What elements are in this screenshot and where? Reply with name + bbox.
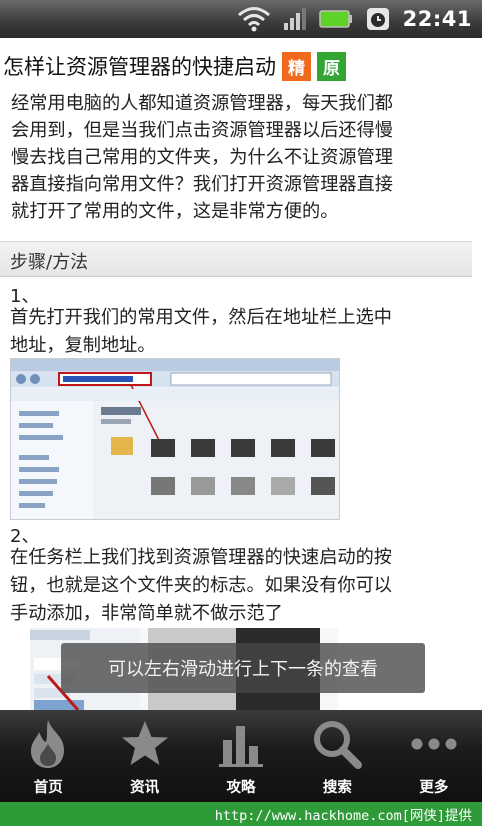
bar-chart-icon [215, 718, 267, 770]
bottom-nav: 首页 资讯 攻略 搜索 更多 [0, 710, 482, 802]
intro-line: 器直接指向常用文件？我们打开资源管理器直接 [11, 174, 393, 195]
signal-icon [283, 8, 307, 30]
explorer-window-image [11, 359, 339, 519]
wifi-icon [237, 6, 271, 32]
alarm-icon [365, 6, 391, 32]
swipe-hint-toast: 可以左右滑动进行上下一条的查看 [61, 643, 425, 693]
section-header: 步骤/方法 [0, 241, 472, 277]
step-text: 首先打开我们的常用文件，然后在地址栏上选中 地址，复制地址。 [10, 304, 470, 360]
nav-label: 搜索 [322, 780, 352, 796]
nav-item-guides[interactable]: 攻略 [193, 710, 289, 802]
intro-line: 经常用电脑的人都知道资源管理器，每天我们都 [11, 93, 393, 114]
search-icon [311, 718, 363, 770]
section-title: 步骤/方法 [10, 252, 89, 273]
star-icon [119, 718, 171, 770]
step-line: 首先打开我们的常用文件，然后在地址栏上选中 [10, 307, 392, 328]
status-time: 22:41 [402, 7, 472, 31]
intro-line: 慢去找自己常用的文件夹，为什么不让资源管理 [11, 147, 393, 168]
step-text: 在任务栏上我们找到资源管理器的快速启动的按 钮，也就是这个文件夹的标志。如果没有… [10, 544, 470, 628]
intro-line: 会用到，但是当我们点击资源管理器以后还得慢 [11, 120, 393, 141]
flame-icon [24, 718, 72, 770]
article-content[interactable]: 怎样让资源管理器的快捷启动 精 原 经常用电脑的人都知道资源管理器，每天我们都 … [0, 38, 482, 710]
step-line: 在任务栏上我们找到资源管理器的快速启动的按 [10, 547, 392, 568]
step-line: 地址，复制地址。 [10, 335, 156, 356]
nav-label: 攻略 [226, 780, 256, 796]
article-title-row: 怎样让资源管理器的快捷启动 精 原 [3, 50, 346, 82]
nav-item-home[interactable]: 首页 [0, 710, 96, 802]
step-line: 手动添加，非常简单就不做示范了 [10, 603, 283, 624]
step-line: 钮，也就是这个文件夹的标志。如果没有你可以 [10, 575, 392, 596]
featured-badge: 精 [282, 51, 311, 81]
nav-label: 首页 [33, 780, 63, 796]
original-badge: 原 [317, 51, 346, 81]
status-bar: 22:41 [0, 0, 482, 38]
footer-watermark: http://www.hackhome.com[网侠]提供 [0, 802, 482, 826]
nav-item-more[interactable]: 更多 [386, 710, 482, 802]
battery-icon [318, 10, 353, 28]
article-title: 怎样让资源管理器的快捷启动 [3, 55, 276, 79]
article-intro: 经常用电脑的人都知道资源管理器，每天我们都 会用到，但是当我们点击资源管理器以后… [11, 90, 473, 225]
more-dots-icon [408, 718, 460, 770]
intro-line: 就打开了常用的文件，这是非常方便的。 [11, 201, 339, 222]
nav-label: 资讯 [130, 780, 160, 796]
step-1-screenshot[interactable] [10, 358, 340, 520]
nav-item-news[interactable]: 资讯 [96, 710, 192, 802]
nav-item-search[interactable]: 搜索 [289, 710, 385, 802]
nav-label: 更多 [419, 780, 449, 796]
